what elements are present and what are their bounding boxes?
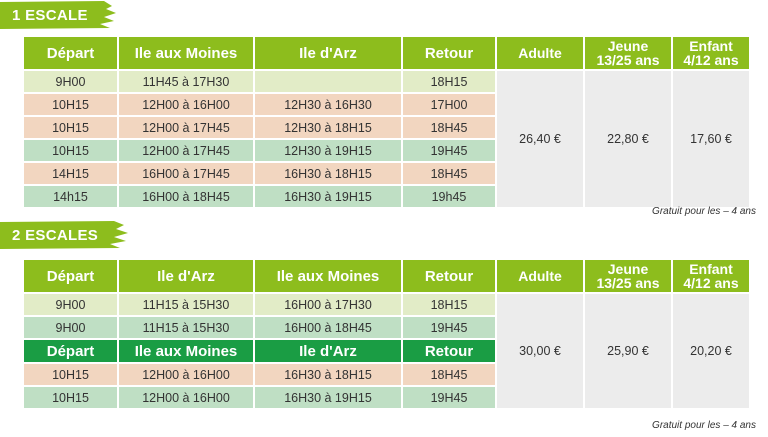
header-ile-aux-moines: Ile aux Moines — [119, 37, 253, 69]
table-row: 9H00 11H45 à 17H30 18H15 26,40 € 22,80 €… — [24, 71, 749, 207]
cell-retour: 18H45 — [403, 117, 495, 138]
section-1-banner: 1 ESCALE — [0, 0, 118, 30]
cell-retour: 19H45 — [403, 317, 495, 338]
cell-stop-2: 16H30 à 18H15 — [255, 163, 401, 184]
free-under-4-note: Gratuit pour les – 4 ans — [652, 206, 756, 217]
cell-stop-2: 16H00 à 18H45 — [255, 317, 401, 338]
cell-depart: 10H15 — [24, 364, 117, 385]
cell-depart: 14H15 — [24, 163, 117, 184]
cell-depart: 10H15 — [24, 94, 117, 115]
subheader-ile-aux-moines: Ile aux Moines — [119, 340, 253, 362]
schedule-table-2-escales: Départ Ile d'Arz Ile aux Moines Retour A… — [22, 258, 751, 410]
cell-stop-2: 12H30 à 16H30 — [255, 94, 401, 115]
cell-depart: 10H15 — [24, 140, 117, 161]
cell-stop-1: 11H15 à 15H30 — [119, 294, 253, 315]
cell-stop-1: 16H00 à 17H45 — [119, 163, 253, 184]
cell-stop-1: 12H00 à 16H00 — [119, 364, 253, 385]
section-1-title: 1 ESCALE — [12, 7, 88, 24]
price-adulte: 30,00 € — [497, 294, 583, 408]
cell-stop-1: 16H00 à 18H45 — [119, 186, 253, 207]
header-ile-d-arz: Ile d'Arz — [119, 260, 253, 292]
section-2-banner: 2 ESCALES — [0, 220, 128, 250]
cell-stop-2: 12H30 à 19H15 — [255, 140, 401, 161]
cell-depart: 10H15 — [24, 387, 117, 408]
header-retour: Retour — [403, 37, 495, 69]
cell-depart: 14h15 — [24, 186, 117, 207]
cell-retour: 18H15 — [403, 294, 495, 315]
subheader-ile-d-arz: Ile d'Arz — [255, 340, 401, 362]
header-jeune: Jeune 13/25 ans — [585, 37, 671, 69]
cell-stop-2: 16H30 à 19H15 — [255, 186, 401, 207]
free-under-4-note: Gratuit pour les – 4 ans — [652, 420, 756, 431]
cell-retour: 19H45 — [403, 387, 495, 408]
cell-retour: 18H15 — [403, 71, 495, 92]
header-enfant: Enfant 4/12 ans — [673, 260, 749, 292]
header-adulte: Adulte — [497, 37, 583, 69]
header-depart: Départ — [24, 37, 117, 69]
cell-stop-1: 11H45 à 17H30 — [119, 71, 253, 92]
cell-stop-1: 12H00 à 16H00 — [119, 94, 253, 115]
cell-stop-1: 12H00 à 16H00 — [119, 387, 253, 408]
cell-retour: 19h45 — [403, 186, 495, 207]
cell-stop-2: 16H30 à 19H15 — [255, 387, 401, 408]
header-ile-aux-moines: Ile aux Moines — [255, 260, 401, 292]
header-ile-d-arz: Ile d'Arz — [255, 37, 401, 69]
price-enfant: 20,20 € — [673, 294, 749, 408]
cell-stop-1: 12H00 à 17H45 — [119, 140, 253, 161]
cell-stop-1: 12H00 à 17H45 — [119, 117, 253, 138]
cell-stop-2: 16H00 à 17H30 — [255, 294, 401, 315]
header-enfant: Enfant 4/12 ans — [673, 37, 749, 69]
price-jeune: 22,80 € — [585, 71, 671, 207]
cell-stop-1: 11H15 à 15H30 — [119, 317, 253, 338]
cell-depart: 9H00 — [24, 71, 117, 92]
cell-depart: 9H00 — [24, 317, 117, 338]
price-adulte: 26,40 € — [497, 71, 583, 207]
header-jeune: Jeune 13/25 ans — [585, 260, 671, 292]
header-retour: Retour — [403, 260, 495, 292]
cell-depart: 9H00 — [24, 294, 117, 315]
cell-retour: 18H45 — [403, 364, 495, 385]
cell-retour: 19H45 — [403, 140, 495, 161]
subheader-retour: Retour — [403, 340, 495, 362]
cell-stop-2: 12H30 à 18H15 — [255, 117, 401, 138]
header-depart: Départ — [24, 260, 117, 292]
subheader-depart: Départ — [24, 340, 117, 362]
section-2-title: 2 ESCALES — [12, 227, 99, 244]
cell-depart: 10H15 — [24, 117, 117, 138]
header-adulte: Adulte — [497, 260, 583, 292]
table-header-row: Départ Ile d'Arz Ile aux Moines Retour A… — [24, 260, 749, 292]
cell-retour: 17H00 — [403, 94, 495, 115]
cell-retour: 18H45 — [403, 163, 495, 184]
price-jeune: 25,90 € — [585, 294, 671, 408]
table-row: 9H00 11H15 à 15H30 16H00 à 17H30 18H15 3… — [24, 294, 749, 408]
table-header-row: Départ Ile aux Moines Ile d'Arz Retour A… — [24, 37, 749, 69]
price-enfant: 17,60 € — [673, 71, 749, 207]
schedule-table-1-escale: Départ Ile aux Moines Ile d'Arz Retour A… — [22, 35, 751, 209]
cell-stop-2: 16H30 à 18H15 — [255, 364, 401, 385]
cell-stop-2 — [255, 71, 401, 92]
